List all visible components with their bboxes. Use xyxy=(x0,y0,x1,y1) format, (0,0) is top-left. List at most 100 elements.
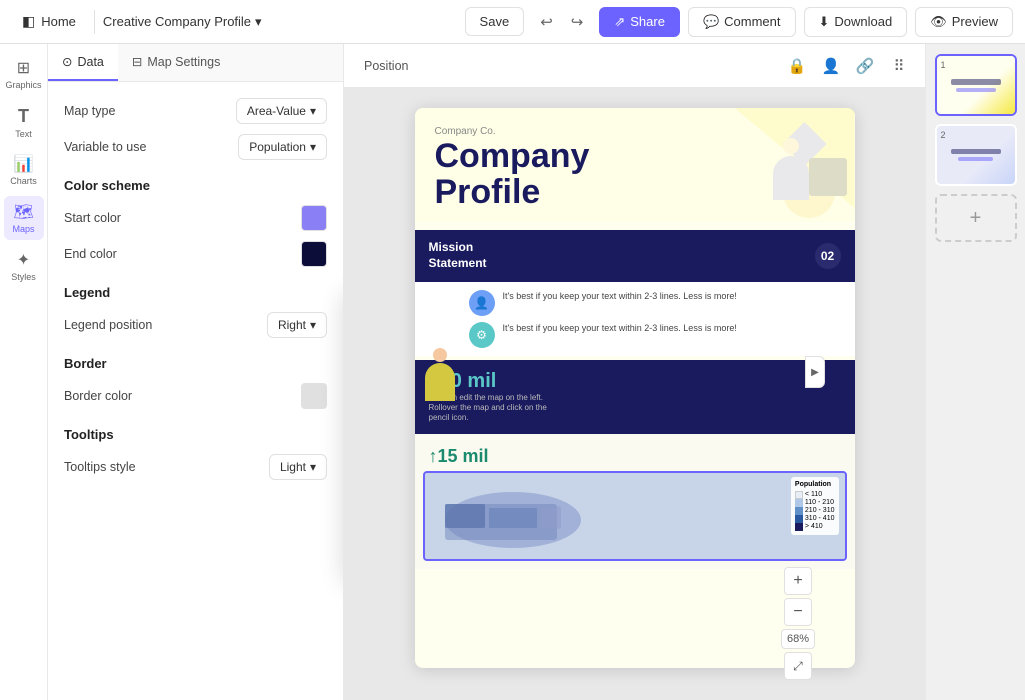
company-name: Company Co. xyxy=(435,126,835,137)
mission-item-2-text: It's best if you keep your text within 2… xyxy=(503,322,737,335)
undo-button[interactable]: ↩ xyxy=(532,7,561,37)
share-icon: ⇗ xyxy=(614,14,625,30)
charts-label: Charts xyxy=(10,176,37,186)
border-color-swatch[interactable] xyxy=(301,383,327,409)
link-icon[interactable]: 🔗 xyxy=(851,52,879,80)
collapse-arrow[interactable]: ▶ xyxy=(805,356,825,388)
thumb-img-2 xyxy=(937,126,1015,184)
tooltips-style-row: Tooltips style Light ▾ xyxy=(64,454,327,480)
data-tab-label: Data xyxy=(77,55,103,69)
title-line1: Company xyxy=(435,139,835,175)
start-color-swatch[interactable] xyxy=(301,205,327,231)
variable-select[interactable]: Population ▾ xyxy=(238,134,327,160)
thumbnail-2[interactable]: 2 xyxy=(935,124,1017,186)
grid-icon[interactable]: ⠿ xyxy=(885,52,913,80)
thumbnail-sidebar: 1 2 + xyxy=(925,44,1025,700)
end-color-swatch[interactable] xyxy=(301,241,327,267)
legend-position-select[interactable]: Right ▾ xyxy=(267,312,327,338)
panel-tabs: ⊙ Data ⊟ Map Settings xyxy=(48,44,343,82)
download-icon: ⬇ xyxy=(819,14,830,30)
redo-button[interactable]: ↪ xyxy=(563,7,592,37)
mission-item-2: ⚙ It's best if you keep your text within… xyxy=(429,322,841,348)
canvas-content: Company Co. Company Profile MissionState… xyxy=(344,88,925,700)
comment-label: Comment xyxy=(724,14,780,29)
preview-icon: 👁 xyxy=(930,14,947,30)
document-title[interactable]: Creative Company Profile ▾ xyxy=(103,14,262,30)
styles-label: Styles xyxy=(11,272,36,282)
mission-bar: MissionStatement 02 xyxy=(415,230,855,281)
download-label: Download xyxy=(834,14,892,29)
legend-title: Legend xyxy=(64,285,327,300)
sidebar-item-text[interactable]: T Text xyxy=(4,100,44,144)
mission-label: MissionStatement xyxy=(429,240,487,271)
topbar: ◧ Home Creative Company Profile ▾ Save ↩… xyxy=(0,0,1025,44)
title-text: Creative Company Profile xyxy=(103,14,251,29)
sidebar-item-maps[interactable]: 🗺 Maps xyxy=(4,196,44,240)
position-label: Position xyxy=(364,59,408,73)
data-tab-icon: ⊙ xyxy=(62,54,72,69)
share-label: Share xyxy=(630,14,665,29)
thumb-img-1 xyxy=(937,56,1015,114)
home-label: Home xyxy=(41,14,76,29)
comment-button[interactable]: 💬 Comment xyxy=(688,7,796,37)
save-button[interactable]: Save xyxy=(465,7,525,36)
share-button[interactable]: ⇗ Share xyxy=(599,7,680,37)
map-legend: Population < 110 110 - 210 210 - 310 310… xyxy=(791,477,839,535)
styles-icon: ✦ xyxy=(17,250,30,270)
zoom-out-button[interactable]: − xyxy=(784,598,812,626)
color-scheme-section: Color scheme Start color End color xyxy=(64,178,327,267)
tooltips-style-select[interactable]: Light ▾ xyxy=(269,454,327,480)
map-settings-label: Map Settings xyxy=(147,55,220,69)
legend-title: Population xyxy=(795,481,835,488)
stat2-value: ↑15 mil xyxy=(423,442,847,471)
chevron-down-icon: ▾ xyxy=(255,14,262,30)
zoom-in-button[interactable]: + xyxy=(784,567,812,595)
zoom-level: 68% xyxy=(781,629,815,649)
chevron-down-icon: ▾ xyxy=(310,318,316,332)
panel-content: Map type Area-Value ▾ Variable to use Po… xyxy=(48,82,343,514)
legend-position-value: Right xyxy=(278,318,306,332)
variable-value: Population xyxy=(249,140,306,154)
sidebar-item-charts[interactable]: 📊 Charts xyxy=(4,148,44,192)
legend-item-2: 210 - 310 xyxy=(805,507,835,514)
sidebar-item-graphics[interactable]: ⊞ Graphics xyxy=(4,52,44,96)
sidebar-item-styles[interactable]: ✦ Styles xyxy=(4,244,44,288)
text-label: Text xyxy=(15,129,32,139)
map-section: ↑15 mil xyxy=(415,434,855,569)
person-icon[interactable]: 👤 xyxy=(817,52,845,80)
legend-position-row: Legend position Right ▾ xyxy=(64,312,327,338)
home-button[interactable]: ◧ Home xyxy=(12,9,86,34)
download-button[interactable]: ⬇ Download xyxy=(804,7,908,37)
graphics-label: Graphics xyxy=(5,80,41,90)
map-type-row: Map type Area-Value ▾ xyxy=(64,98,327,124)
tooltips-title: Tooltips xyxy=(64,427,327,442)
graphics-icon: ⊞ xyxy=(17,58,30,78)
add-slide-button[interactable]: + xyxy=(935,194,1017,242)
thumbnail-1[interactable]: 1 xyxy=(935,54,1017,116)
map-placeholder: Population < 110 110 - 210 210 - 310 310… xyxy=(423,471,847,561)
maps-label: Maps xyxy=(12,224,34,234)
tooltips-section: Tooltips Tooltips style Light ▾ xyxy=(64,427,327,480)
preview-button[interactable]: 👁 Preview xyxy=(915,7,1013,37)
zoom-controls: + − 68% ⤢ xyxy=(781,567,815,680)
expand-button[interactable]: ⤢ xyxy=(784,652,812,680)
tab-data[interactable]: ⊙ Data xyxy=(48,44,118,81)
variable-row: Variable to use Population ▾ xyxy=(64,134,327,160)
slide-title: Company Profile xyxy=(435,139,835,210)
tab-map-settings[interactable]: ⊟ Map Settings xyxy=(118,44,234,81)
stats-bar: $10 mil You can edit the map on the left… xyxy=(415,360,855,434)
map-type-select[interactable]: Area-Value ▾ xyxy=(236,98,327,124)
maps-icon: 🗺 xyxy=(13,202,33,222)
chevron-down-icon: ▾ xyxy=(310,460,316,474)
border-color-row: Border color xyxy=(64,383,327,409)
chevron-down-icon: ▾ xyxy=(310,104,316,118)
undo-redo-group: ↩ ↪ xyxy=(532,7,591,37)
mission-item-1: 👤 It's best if you keep your text within… xyxy=(429,290,841,316)
legend-section: Legend Legend position Right ▾ xyxy=(64,285,327,338)
divider xyxy=(94,10,95,34)
lock-icon[interactable]: 🔒 xyxy=(783,52,811,80)
canvas-toolbar: Position 🔒 👤 🔗 ⠿ xyxy=(344,44,925,88)
settings-panel: ⊙ Data ⊟ Map Settings Map type Area-Valu… xyxy=(48,44,344,700)
map-type-section: Map type Area-Value ▾ Variable to use Po… xyxy=(64,98,327,160)
map-settings-icon: ⊟ xyxy=(132,54,142,69)
